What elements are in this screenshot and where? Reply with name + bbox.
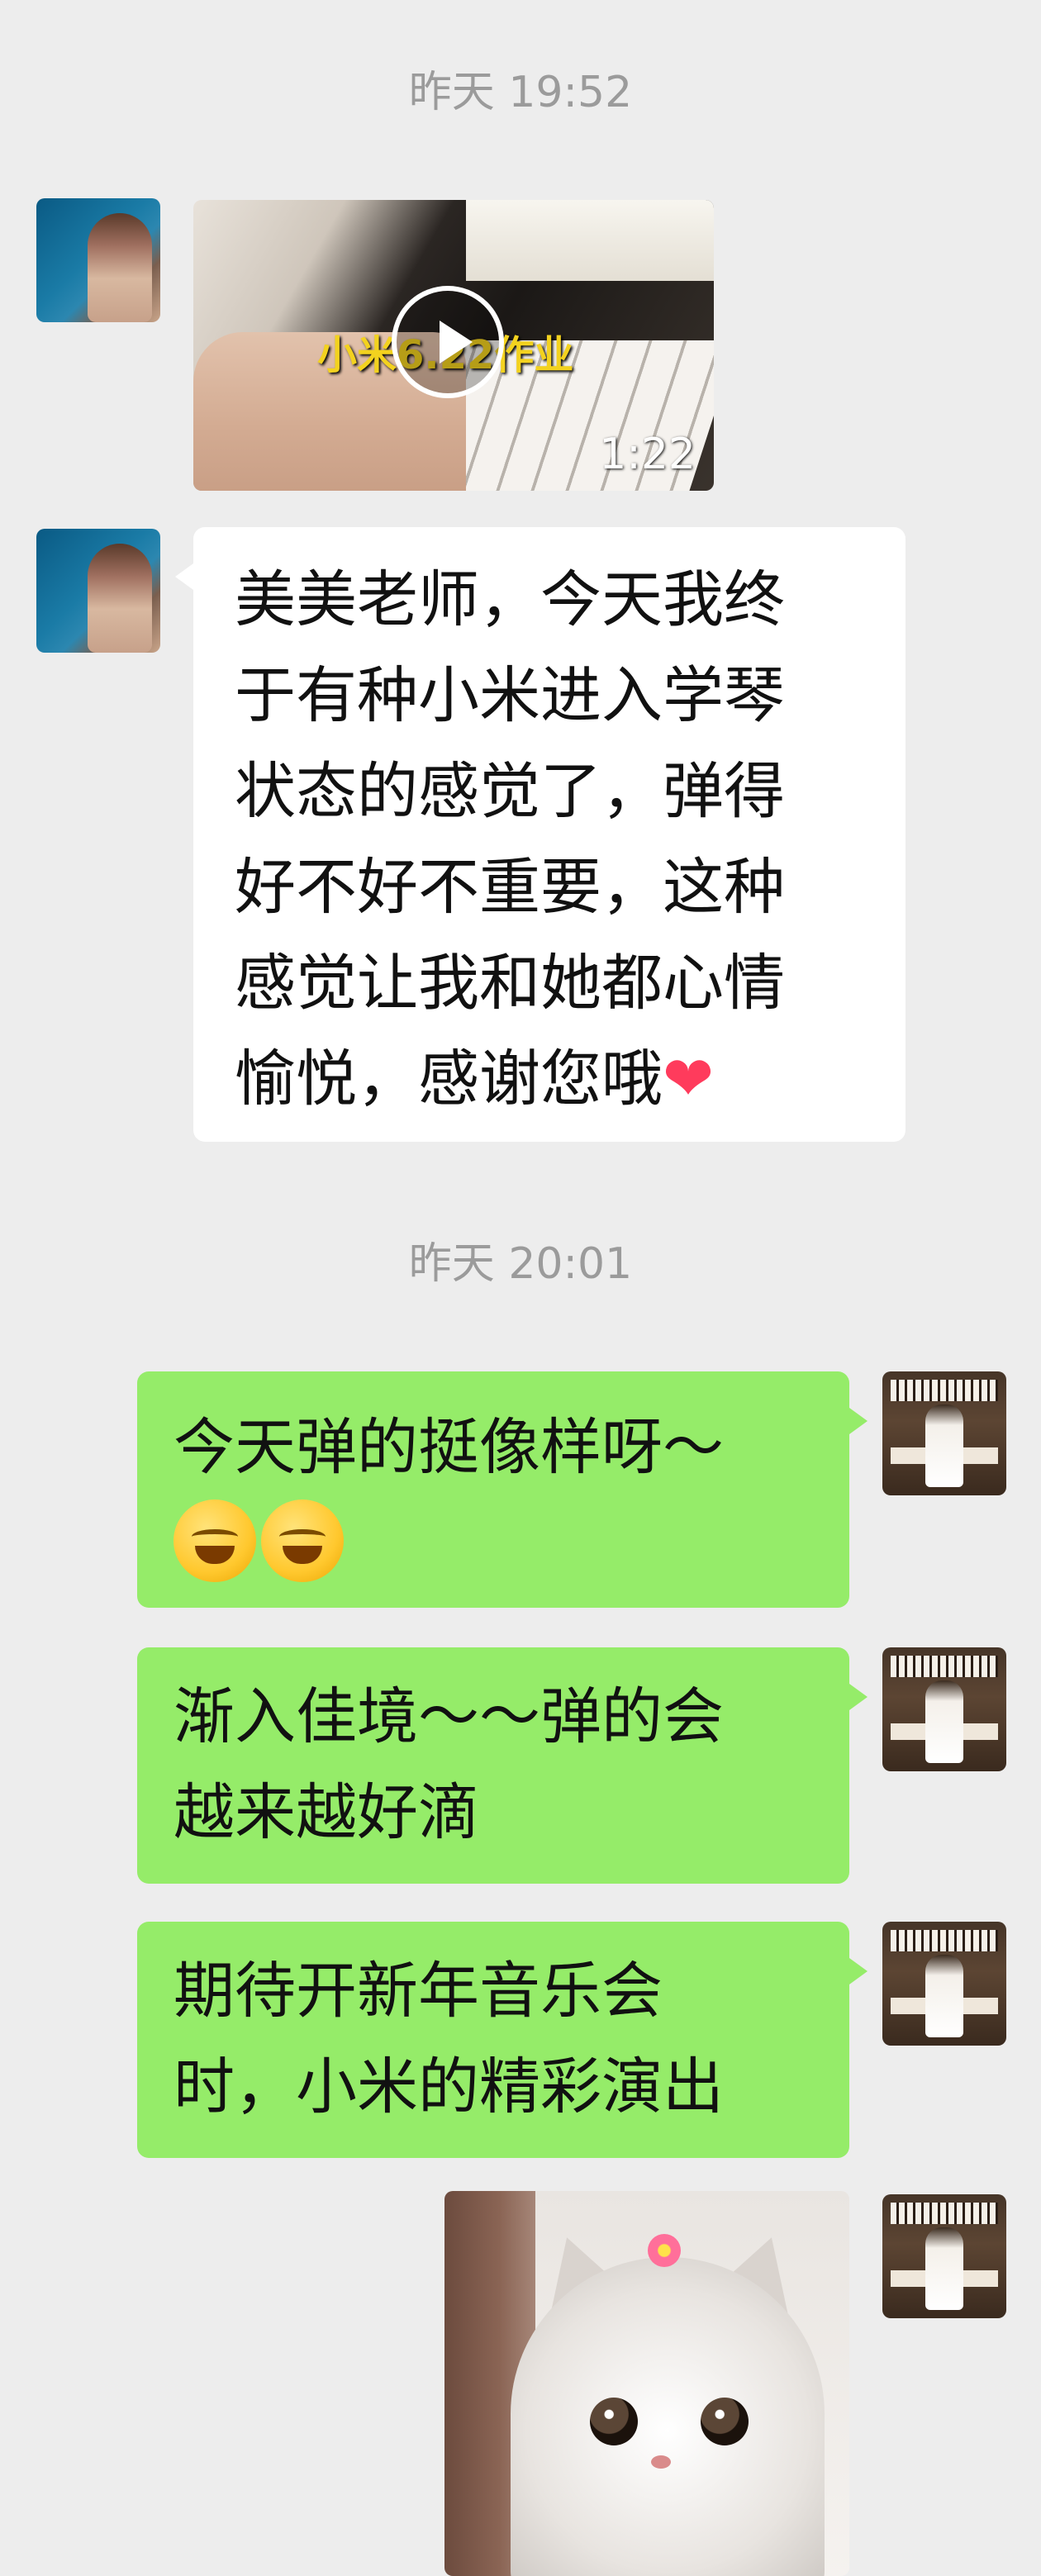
message-line: 于有种小米进入学琴: [235, 660, 785, 731]
cat-eye: [590, 2398, 638, 2445]
message-line: 感觉让我和她都心情: [235, 948, 785, 1019]
contact-avatar[interactable]: [36, 198, 160, 322]
outgoing-message-bubble[interactable]: 今天弹的挺像样呀～: [137, 1371, 868, 1608]
flower-icon: [648, 2234, 681, 2267]
message-line: 状态的感觉了，弹得: [235, 756, 785, 827]
sheet-music: [466, 200, 714, 281]
cat-face: [511, 2257, 825, 2576]
message-line: 愉悦，感谢您哦❤: [235, 1031, 881, 1127]
message-line: 美美老师，今天我终: [235, 564, 785, 635]
my-avatar[interactable]: [882, 1371, 1006, 1495]
emoji-row: [174, 1499, 825, 1595]
avatar-figure: [925, 1680, 963, 1763]
video-message[interactable]: 小米6.22作业 1:22: [193, 200, 714, 491]
avatar-figure: [925, 1404, 963, 1487]
timestamp: 昨天 19:52: [408, 68, 633, 117]
heart-emoji: ❤: [663, 1043, 715, 1115]
smile-emoji: [261, 1499, 344, 1582]
message-line: 期待开新年音乐会: [174, 1956, 663, 2027]
avatar-piano: [891, 1656, 998, 1677]
my-avatar[interactable]: [882, 1647, 1006, 1771]
avatar-piano: [891, 2203, 998, 2224]
message-line-text: 愉悦，感谢您哦: [235, 1043, 663, 1115]
my-avatar[interactable]: [882, 1922, 1006, 2046]
incoming-message-bubble[interactable]: 美美老师，今天我终 于有种小米进入学琴 状态的感觉了，弹得 好不好不重要，这种 …: [175, 527, 906, 1142]
my-avatar[interactable]: [882, 2194, 1006, 2318]
avatar-piano: [891, 1380, 998, 1401]
avatar-figure: [88, 544, 152, 653]
cat-nose: [651, 2455, 671, 2469]
play-icon[interactable]: [392, 286, 504, 398]
avatar-figure: [925, 1955, 963, 2037]
contact-avatar[interactable]: [36, 529, 160, 653]
video-duration: 1:22: [599, 430, 696, 479]
avatar-figure: [925, 2227, 963, 2310]
message-line: 时，小米的精彩演出: [174, 2051, 724, 2122]
avatar-piano: [891, 1930, 998, 1951]
message-line: 今天弹的挺像样呀～: [174, 1412, 724, 1483]
avatar-figure: [88, 213, 152, 322]
smile-emoji: [174, 1499, 256, 1582]
timestamp: 昨天 20:01: [408, 1239, 633, 1289]
outgoing-message-bubble[interactable]: 渐入佳境～～弹的会 越来越好滴: [137, 1647, 868, 1884]
cat-sticker[interactable]: [444, 2191, 849, 2576]
outgoing-message-bubble[interactable]: 期待开新年音乐会 时，小米的精彩演出: [137, 1922, 868, 2158]
message-line: 好不好不重要，这种: [235, 852, 785, 923]
message-line: 渐入佳境～～弹的会: [174, 1681, 724, 1752]
message-line: 越来越好滴: [174, 1777, 479, 1848]
cat-eye: [701, 2398, 749, 2445]
